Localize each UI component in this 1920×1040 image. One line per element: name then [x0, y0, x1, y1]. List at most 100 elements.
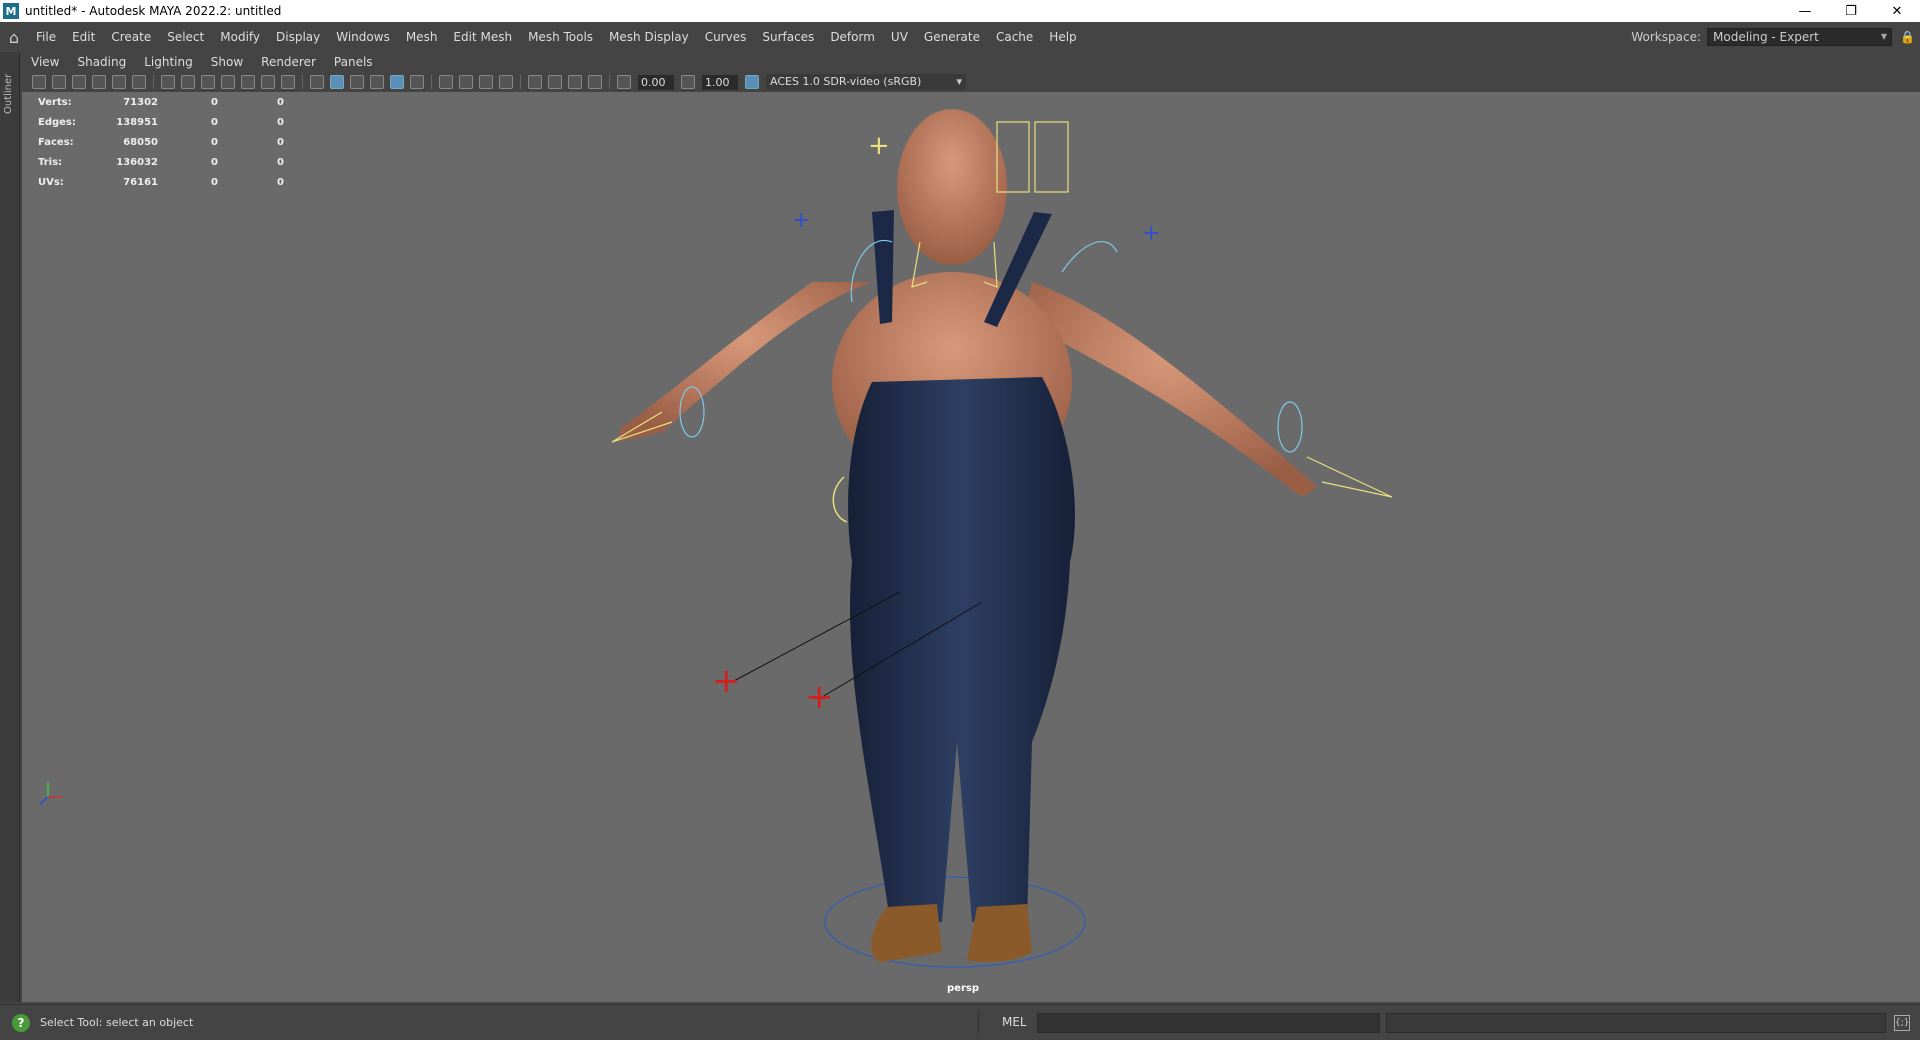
motion-blur-icon[interactable]: [479, 75, 493, 89]
safe-title-icon[interactable]: [281, 75, 295, 89]
panel-menu-shading[interactable]: Shading: [68, 55, 135, 69]
script-language-label[interactable]: MEL: [1002, 1015, 1027, 1029]
help-line: ? Select Tool: select an object MEL {;}: [0, 1004, 1920, 1040]
menu-mesh[interactable]: Mesh: [398, 30, 446, 44]
ambient-occlusion-icon[interactable]: [459, 75, 473, 89]
film-gate-icon[interactable]: [181, 75, 195, 89]
xray-active-icon[interactable]: [568, 75, 582, 89]
wrist-control-right[interactable]: [1277, 401, 1303, 453]
outliner-collapsed-strip[interactable]: Outliner: [0, 52, 20, 1002]
hud-value: 76161: [123, 176, 158, 188]
character-overalls: [848, 377, 1075, 922]
panel-menu-panels[interactable]: Panels: [325, 55, 382, 69]
hud-value: 0: [211, 96, 218, 108]
menu-display[interactable]: Display: [268, 30, 328, 44]
camera-next-icon[interactable]: [72, 75, 86, 89]
menu-create[interactable]: Create: [103, 30, 159, 44]
lock-icon[interactable]: 🔒: [1900, 30, 1920, 44]
menu-mesh-tools[interactable]: Mesh Tools: [520, 30, 601, 44]
toolbar-divider: [520, 75, 521, 89]
menu-help[interactable]: Help: [1041, 30, 1084, 44]
bookmark-icon[interactable]: [92, 75, 106, 89]
toolbar-divider: [431, 75, 432, 89]
shadows-icon[interactable]: [439, 75, 453, 89]
character-left-boot: [871, 904, 942, 962]
isolate-select-icon[interactable]: [528, 75, 542, 89]
minimize-button[interactable]: —: [1782, 0, 1828, 22]
pole-vector-left[interactable]: +: [792, 208, 810, 233]
restore-button[interactable]: ❐: [1828, 0, 1874, 22]
menu-edit[interactable]: Edit: [64, 30, 103, 44]
menu-file[interactable]: File: [28, 30, 64, 44]
hud-value: 0: [211, 136, 218, 148]
head-locator[interactable]: +: [868, 131, 890, 161]
close-button[interactable]: ✕: [1874, 0, 1920, 22]
hud-value: 71302: [123, 96, 158, 108]
menu-mesh-display[interactable]: Mesh Display: [601, 30, 697, 44]
menu-select[interactable]: Select: [159, 30, 212, 44]
resolution-gate-icon[interactable]: [201, 75, 215, 89]
hip-control[interactable]: [832, 476, 848, 523]
shoulder-control-right[interactable]: [1061, 241, 1118, 273]
lights-icon[interactable]: [410, 75, 424, 89]
foot-ik-target-right[interactable]: +: [805, 677, 834, 717]
menu-deform[interactable]: Deform: [822, 30, 883, 44]
gate-mask-icon[interactable]: [221, 75, 235, 89]
panel-menu-lighting[interactable]: Lighting: [135, 55, 202, 69]
ground-control-circle[interactable]: [824, 876, 1086, 968]
image-plane-icon[interactable]: [112, 75, 126, 89]
menu-modify[interactable]: Modify: [212, 30, 268, 44]
wireframe-on-shaded-icon[interactable]: [370, 75, 384, 89]
xray-icon[interactable]: [548, 75, 562, 89]
textured-icon[interactable]: [390, 75, 404, 89]
grid-icon[interactable]: [161, 75, 175, 89]
smooth-shade-icon[interactable]: [330, 75, 344, 89]
workspace-dropdown[interactable]: Modeling - Expert: [1707, 28, 1892, 46]
anti-aliasing-icon[interactable]: [499, 75, 513, 89]
color-management-icon[interactable]: [745, 75, 759, 89]
panel-toolbar: 0.00 1.00 ACES 1.0 SDR-video (sRGB): [22, 72, 1920, 92]
panel-menu-show[interactable]: Show: [202, 55, 252, 69]
hand-control-right[interactable]: [1306, 456, 1393, 498]
script-editor-icon[interactable]: {;}: [1894, 1015, 1910, 1031]
hud-row-uvs: UVs: 76161 0 0: [38, 172, 284, 192]
gamma-icon[interactable]: [681, 75, 695, 89]
hud-value: 0: [277, 116, 284, 128]
foot-ik-target-left[interactable]: +: [712, 661, 741, 701]
command-line-input[interactable]: [1037, 1013, 1380, 1033]
home-icon[interactable]: ⌂: [0, 22, 28, 52]
poly-count-hud: Verts: 71302 0 0 Edges: 138951 0 0 Faces…: [38, 92, 284, 192]
panel-menu-view[interactable]: View: [22, 55, 68, 69]
help-text: Select Tool: select an object: [40, 1016, 194, 1029]
hud-value: 0: [277, 96, 284, 108]
wireframe-icon[interactable]: [310, 75, 324, 89]
menu-generate[interactable]: Generate: [916, 30, 988, 44]
menu-windows[interactable]: Windows: [328, 30, 398, 44]
help-icon[interactable]: ?: [12, 1013, 30, 1032]
grease-pencil-icon[interactable]: [132, 75, 146, 89]
viewport-persp[interactable]: + + + + + Verts: 71302 0 0 Edges: 138951…: [22, 92, 1920, 1002]
exposure-icon[interactable]: [617, 75, 631, 89]
menu-cache[interactable]: Cache: [988, 30, 1041, 44]
menu-curves[interactable]: Curves: [697, 30, 755, 44]
exposure-field[interactable]: 0.00: [638, 74, 674, 90]
menu-uv[interactable]: UV: [883, 30, 916, 44]
scene-view[interactable]: + + + + +: [22, 92, 1920, 1002]
camera-previous-icon[interactable]: [52, 75, 66, 89]
character-right-boot: [967, 904, 1032, 962]
default-material-icon[interactable]: [350, 75, 364, 89]
hud-value: 0: [277, 176, 284, 188]
facial-control-panel-2[interactable]: [1034, 121, 1069, 193]
panel-menu-renderer[interactable]: Renderer: [252, 55, 325, 69]
field-chart-icon[interactable]: [241, 75, 255, 89]
view-transform-dropdown[interactable]: ACES 1.0 SDR-video (sRGB): [766, 74, 966, 90]
character-left-arm: [617, 282, 872, 442]
xray-joints-icon[interactable]: [588, 75, 602, 89]
pole-vector-right[interactable]: +: [1142, 221, 1160, 246]
camera-attributes-icon[interactable]: [32, 75, 46, 89]
menu-surfaces[interactable]: Surfaces: [754, 30, 822, 44]
outliner-tab-label[interactable]: Outliner: [3, 74, 14, 114]
gamma-field[interactable]: 1.00: [702, 74, 738, 90]
menu-edit-mesh[interactable]: Edit Mesh: [445, 30, 520, 44]
safe-action-icon[interactable]: [261, 75, 275, 89]
